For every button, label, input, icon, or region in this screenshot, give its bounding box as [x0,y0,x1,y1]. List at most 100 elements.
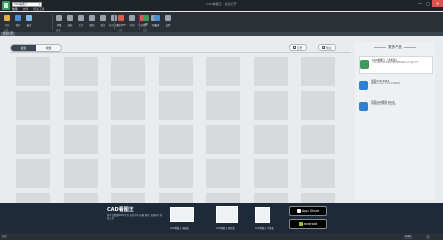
android-button[interactable]: android [289,219,327,229]
open-file-button[interactable]: 打开 [289,44,307,51]
toolbar-button-label: 最近 [26,24,32,27]
more-products-panel: 更多产品 CAD看图王（手机版） 支持DWG/DXF等格式 随时随地看图 标注 测… [355,42,435,200]
zoom-icon [67,15,73,21]
toolbar-divider [52,14,53,30]
filter-favorites-button[interactable]: 收藏 [36,45,61,51]
toolbar-button[interactable]: 批注 [98,13,108,31]
recent-file-thumbnail[interactable] [63,91,98,120]
fit-view-button[interactable]: □ [426,234,431,239]
more-products-title: 更多产品 [355,44,435,49]
print-icon [129,15,135,21]
recent-file-thumbnail[interactable] [301,57,335,86]
banner-brand: CAD看图王 [107,207,134,213]
open-file-label: 打开 [297,45,303,50]
clear-list-label: 清空 [326,45,332,50]
folder-open-icon [4,15,10,21]
toolbar-button[interactable]: 图层 [87,13,97,31]
close-button[interactable]: ✕ [432,0,443,7]
recent-file-thumbnail[interactable] [63,57,98,86]
toolbar-button[interactable]: 保存 [13,13,23,31]
recent-file-thumbnail[interactable] [158,57,193,86]
toolbar-button-label: 设置 [165,24,171,27]
product-description: 支持DWG/DXF等格式 随时随地看图 标注 测量 分享 [372,61,419,64]
recent-file-thumbnail[interactable] [111,159,145,188]
device-label-mobile: CAD看图王 手机版 [255,227,274,230]
title-bar: CAD看图王 ▾ CAD看图王 - 最近打开 — ▢ ✕ [0,0,443,11]
recent-file-thumbnail[interactable] [253,159,288,188]
recent-file-thumbnail[interactable] [253,57,288,86]
product-item[interactable]: 浩辰CAD建筑 2019 专业建筑设计软件 高效出图 [359,99,433,117]
toolbar-button[interactable]: 打印 [127,13,137,31]
web-device-image [216,206,238,223]
app-store-button[interactable]: App Store [289,206,327,216]
recent-file-thumbnail[interactable] [301,91,335,120]
comment-icon [100,15,106,21]
device-label-desktop: CAD看图王 电脑版 [170,227,189,230]
recent-file-thumbnail[interactable] [158,159,193,188]
apple-icon [296,209,301,213]
toolbar-button[interactable]: 设置 [163,13,173,31]
android-label: android [303,222,318,226]
pdf-icon [118,15,124,21]
filter-toggle: 最近 收藏 [10,44,62,52]
clear-list-button[interactable]: 清空 [318,44,336,51]
ribbon-toolbar: 打开保存最近文件测量缩放文字图层批注标注工具编辑导出PDF打印导出图片转换工具V… [0,12,443,32]
recent-file-thumbnail[interactable] [301,159,335,188]
recent-file-thumbnail[interactable] [111,57,145,86]
toolbar-divider [114,14,115,30]
device-label-web: CAD看图王 网页版 [216,227,235,230]
measure-icon [56,15,62,21]
filter-recent-button[interactable]: 最近 [11,45,36,51]
toolbar-button[interactable]: 最近 [24,13,34,31]
recent-file-thumbnail[interactable] [111,91,145,120]
recent-file-thumbnail[interactable] [301,125,335,154]
recent-file-thumbnail[interactable] [111,125,145,154]
cloud-icon [154,15,160,21]
recent-file-thumbnail[interactable] [63,159,98,188]
recent-file-thumbnail[interactable] [206,57,240,86]
recent-files-grid [16,57,340,222]
recent-file-thumbnail[interactable] [253,91,288,120]
save-icon [15,15,21,21]
recent-file-thumbnail[interactable] [158,125,193,154]
folder-icon [293,46,296,49]
product-description: 专业建筑设计软件 高效出图 [371,103,396,106]
toolbar-button[interactable]: 文字 [76,13,86,31]
recent-file-thumbnail[interactable] [63,125,98,154]
recent-file-thumbnail[interactable] [206,91,240,120]
gstarcad-arch-icon [359,102,368,111]
vip-icon [143,15,149,21]
status-bar: 就绪 100% □ [0,233,443,240]
window-title: CAD看图王 - 最近打开 [206,2,237,6]
window-controls: — ▢ ✕ [416,0,443,8]
banner-subtitle: 跨平台看图DWG文件 支持手机 电脑 网页 无缝同步 轻松工作 [107,214,163,220]
product-item[interactable]: 浩辰CAD 2019 兼容AutoCAD 专业设计绘图软件 [359,78,433,96]
mobile-app-icon [360,60,369,69]
divider [10,52,351,53]
text-icon [78,15,84,21]
toolbar-divider [139,14,140,30]
status-text: 就绪 [2,235,7,238]
android-icon [298,222,303,226]
gstarcad-icon [359,81,368,90]
recent-file-thumbnail[interactable] [16,159,50,188]
layers-icon [89,15,95,21]
minimize-button[interactable]: — [416,0,424,7]
toolbar-button[interactable]: 云盘 [152,13,162,31]
recent-file-thumbnail[interactable] [158,91,193,120]
toolbar-button[interactable]: 缩放 [65,13,75,31]
recent-file-thumbnail[interactable] [253,125,288,154]
mobile-device-image [255,207,270,223]
recent-file-thumbnail[interactable] [206,125,240,154]
zoom-level[interactable]: 100% [404,234,413,239]
trash-icon [322,46,325,49]
maximize-button[interactable]: ▢ [424,0,432,7]
recent-file-thumbnail[interactable] [16,125,50,154]
app-store-label: App Store [301,209,320,213]
product-item[interactable]: CAD看图王（手机版） 支持DWG/DXF等格式 随时随地看图 标注 测量 分享 [359,56,433,74]
desktop-device-image [170,207,194,222]
recent-file-thumbnail[interactable] [16,57,50,86]
recent-file-thumbnail[interactable] [206,159,240,188]
recent-file-thumbnail[interactable] [16,91,50,120]
product-description: 兼容AutoCAD 专业设计绘图软件 [371,82,401,85]
